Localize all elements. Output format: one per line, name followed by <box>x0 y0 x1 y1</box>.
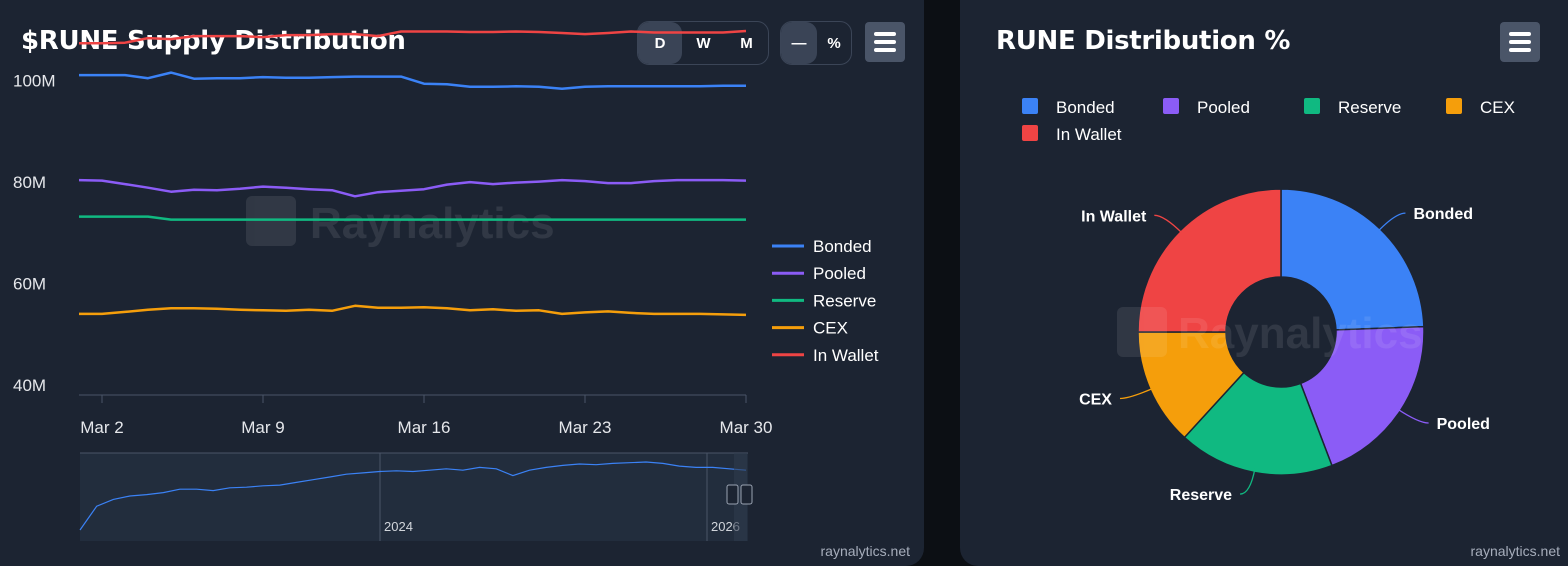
credits-link[interactable]: raynalytics.net <box>821 543 910 559</box>
navigator-handle-left[interactable] <box>726 484 739 505</box>
data-label-text: Pooled <box>1437 416 1490 433</box>
legend-item-pooled[interactable]: Pooled <box>772 264 866 283</box>
navigator-handle-right[interactable] <box>740 484 753 505</box>
navigator[interactable]: 2024 2026 <box>79 452 753 541</box>
legend-label: Bonded <box>1056 98 1115 117</box>
watermark-text: Raynalytics <box>310 199 555 248</box>
x-tick-label: Mar 9 <box>241 418 284 437</box>
series-line-in-wallet[interactable] <box>79 29 747 45</box>
series-line-pooled[interactable] <box>78 178 747 198</box>
x-tick-label: Mar 2 <box>80 418 123 437</box>
line-chart: Raynalytics 40M 60M 80M 100M Mar 2 Mar 9 Mar 1… <box>13 29 879 541</box>
legend-swatch <box>1022 98 1038 114</box>
legend-swatch <box>1446 98 1462 114</box>
watermark-text: Raynalytics <box>1178 309 1423 358</box>
data-label-text: Bonded <box>1413 206 1473 223</box>
raynalytics-logo-icon <box>246 196 296 246</box>
data-label-cex: CEX <box>1079 387 1155 408</box>
y-tick-label: 40M <box>13 376 46 395</box>
legend-swatch <box>1022 125 1038 141</box>
y-tick-label: 100M <box>13 72 56 91</box>
watermark: Raynalytics <box>1117 307 1423 358</box>
legend-swatch <box>1304 98 1320 114</box>
legend-item-cex[interactable]: CEX <box>772 319 848 338</box>
data-label-text: Reserve <box>1170 487 1232 504</box>
data-label-connector <box>1119 387 1155 400</box>
legend-label: Reserve <box>1338 98 1401 117</box>
legend-item-pooled[interactable]: Pooled <box>1163 98 1250 117</box>
data-label-in-wallet: In Wallet <box>1081 208 1184 235</box>
navigator-label-2024: 2024 <box>384 519 413 534</box>
navigator-background <box>80 453 748 541</box>
legend-item-reserve[interactable]: Reserve <box>772 291 876 310</box>
data-label-connector <box>1396 408 1429 424</box>
supply-distribution-panel: $RUNE Supply Distribution D W M — % Rayn… <box>0 0 924 566</box>
data-label-text: CEX <box>1079 391 1112 408</box>
distribution-percent-panel: RUNE Distribution % Bonded Pooled Reserve C… <box>960 0 1568 566</box>
legend-label: CEX <box>813 319 848 338</box>
legend-item-cex[interactable]: CEX <box>1446 98 1515 117</box>
legend-label: Pooled <box>813 264 866 283</box>
x-tick-label: Mar 23 <box>559 418 612 437</box>
y-tick-label: 80M <box>13 173 46 192</box>
data-label-connector <box>1376 212 1406 233</box>
x-tick-label: Mar 30 <box>720 418 773 437</box>
series-line-bonded[interactable] <box>79 71 746 91</box>
data-label-reserve: Reserve <box>1170 468 1256 504</box>
watermark: Raynalytics <box>246 196 555 248</box>
legend-item-in-wallet[interactable]: In Wallet <box>772 346 879 365</box>
data-label-bonded: Bonded <box>1376 206 1473 233</box>
legend-item-in-wallet[interactable]: In Wallet <box>1022 125 1122 144</box>
legend-label: In Wallet <box>813 346 879 365</box>
donut-chart: Bonded Pooled Reserve CEX In Wallet Raynalyt… <box>1022 98 1515 504</box>
raynalytics-logo-icon <box>1117 307 1167 357</box>
x-tick-label: Mar 16 <box>398 418 451 437</box>
legend-label: Bonded <box>813 237 872 256</box>
data-label-text: In Wallet <box>1081 208 1147 225</box>
legend-label: Pooled <box>1197 98 1250 117</box>
credits-link[interactable]: raynalytics.net <box>1471 543 1560 559</box>
legend-label: In Wallet <box>1056 125 1122 144</box>
legend-swatch <box>1163 98 1179 114</box>
y-tick-label: 60M <box>13 274 46 293</box>
data-label-connector <box>1154 214 1184 235</box>
series-line-cex[interactable] <box>79 304 747 317</box>
legend-item-reserve[interactable]: Reserve <box>1304 98 1401 117</box>
legend-item-bonded[interactable]: Bonded <box>1022 98 1115 117</box>
legend-label: Reserve <box>813 291 876 310</box>
legend-item-bonded[interactable]: Bonded <box>772 237 872 256</box>
legend-label: CEX <box>1480 98 1515 117</box>
data-label-pooled: Pooled <box>1396 408 1490 433</box>
